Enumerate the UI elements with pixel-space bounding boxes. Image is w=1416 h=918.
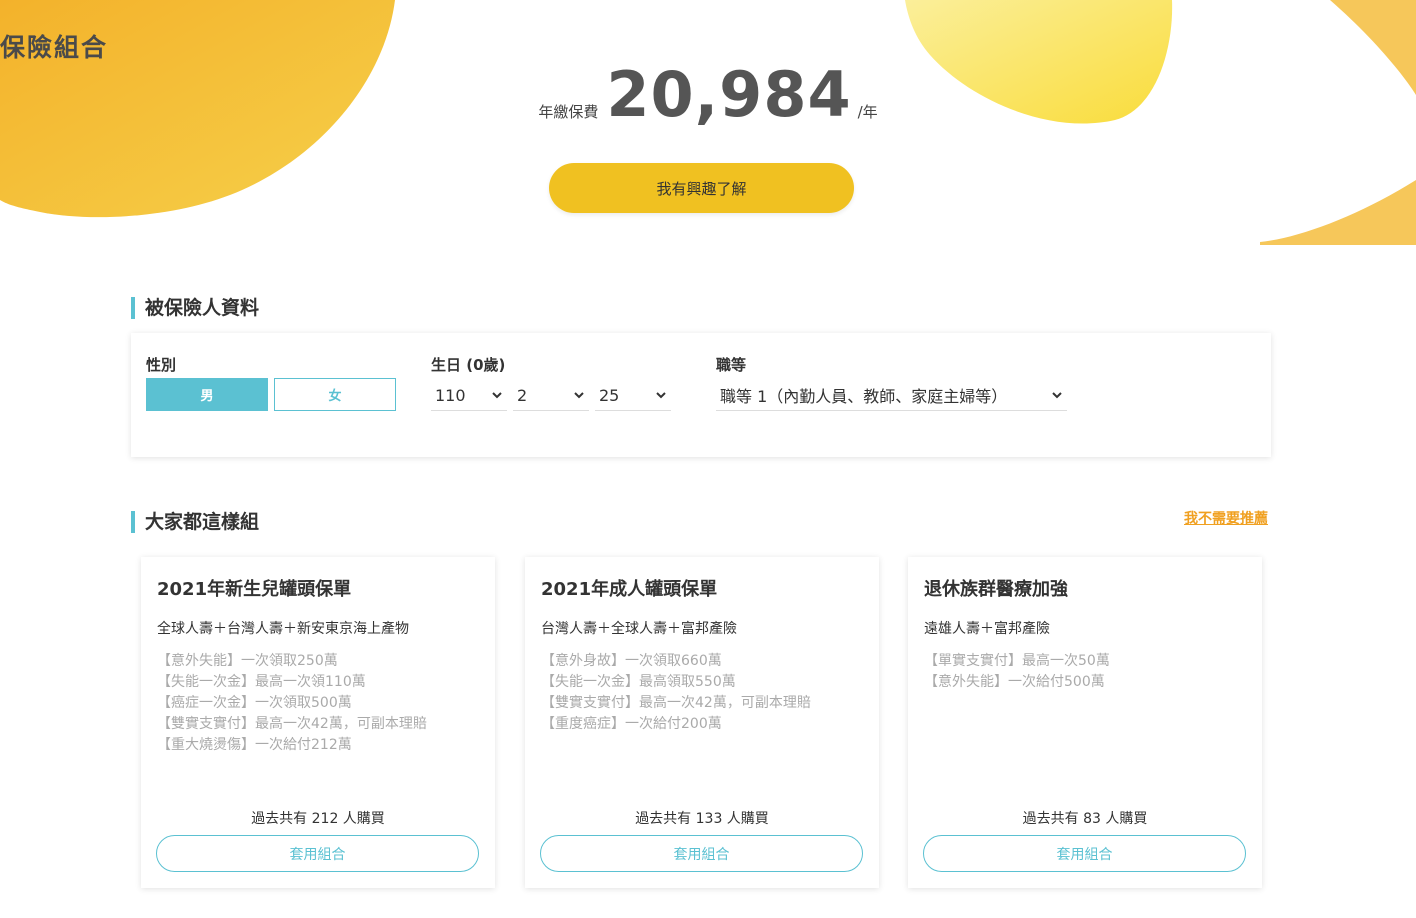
birthday-label: 生日 (0歲) — [431, 356, 506, 374]
premium-label: 年繳保費 — [538, 103, 599, 121]
occupation-label: 職等 — [716, 356, 747, 374]
no-recommendation-link[interactable]: 我不需要推薦 — [1184, 508, 1268, 528]
plan-card: 退休族群醫療加強 遠雄人壽＋富邦產險 【單實支實付】最高一次50萬 【意外失能】… — [908, 557, 1262, 888]
premium-value: 20,984 — [606, 58, 852, 131]
recommend-section-title: 大家都這樣組 — [131, 511, 259, 533]
insured-info-panel: 性別 男 女 生日 (0歲) 110 2 25 職等 職等 1（內勤人員、教師、… — [131, 333, 1271, 457]
plan-features: 【單實支實付】最高一次50萬 【意外失能】一次給付500萬 — [924, 651, 1110, 693]
chevron-down-icon — [1052, 392, 1062, 399]
plan-buyers-count: 過去共有 83 人購買 — [1022, 811, 1148, 827]
plan-feature: 【意外失能】一次給付500萬 — [924, 674, 1105, 690]
plan-feature: 【癌症一次金】一次領取500萬 — [157, 695, 352, 711]
apply-plan-button[interactable]: 套用組合 — [540, 835, 863, 872]
plan-card: 2021年新生兒罐頭保單 全球人壽＋台灣人壽＋新安東京海上產物 【意外失能】一次… — [141, 557, 495, 888]
plan-title: 2021年成人罐頭保單 — [541, 579, 718, 600]
plan-buyers-count: 過去共有 212 人購買 — [251, 811, 385, 827]
interested-button[interactable]: 我有興趣了解 — [549, 163, 854, 213]
apply-plan-button[interactable]: 套用組合 — [923, 835, 1246, 872]
plan-feature: 【意外身故】一次領取660萬 — [541, 653, 722, 669]
occupation-select[interactable]: 職等 1（內勤人員、教師、家庭主婦等） — [716, 380, 1067, 411]
plan-features: 【意外身故】一次領取660萬 【失能一次金】最高領取550萬 【雙實支實付】最高… — [541, 651, 811, 735]
annual-premium: 年繳保費 20,984 /年 — [0, 62, 1416, 128]
plan-companies: 遠雄人壽＋富邦產險 — [924, 621, 1050, 637]
chevron-down-icon — [492, 392, 502, 399]
plan-card: 2021年成人罐頭保單 台灣人壽＋全球人壽＋富邦產險 【意外身故】一次領取660… — [525, 557, 879, 888]
plan-feature: 【單實支實付】最高一次50萬 — [924, 653, 1110, 669]
birth-year-select[interactable]: 110 — [431, 380, 507, 411]
plan-title: 退休族群醫療加強 — [924, 579, 1068, 600]
plan-feature: 【意外失能】一次領取250萬 — [157, 653, 338, 669]
plan-companies: 台灣人壽＋全球人壽＋富邦產險 — [541, 621, 737, 637]
plan-title: 2021年新生兒罐頭保單 — [157, 579, 352, 600]
plan-feature: 【雙實支實付】最高一次42萬，可副本理賠 — [541, 695, 811, 711]
chevron-down-icon — [574, 392, 584, 399]
premium-unit: /年 — [857, 103, 878, 121]
birth-year-value: 110 — [435, 385, 466, 405]
plan-buyers-count: 過去共有 133 人購買 — [635, 811, 769, 827]
gender-female-button[interactable]: 女 — [274, 378, 396, 411]
gender-male-button[interactable]: 男 — [146, 378, 268, 411]
plan-feature: 【重大燒燙傷】一次給付212萬 — [157, 737, 352, 753]
birth-day-select[interactable]: 25 — [595, 380, 671, 411]
plan-feature: 【失能一次金】最高領取550萬 — [541, 674, 736, 690]
plan-companies: 全球人壽＋台灣人壽＋新安東京海上產物 — [157, 621, 409, 637]
chevron-down-icon — [656, 392, 666, 399]
plan-feature: 【失能一次金】最高一次領110萬 — [157, 674, 366, 690]
birth-month-select[interactable]: 2 — [513, 380, 589, 411]
plan-features: 【意外失能】一次領取250萬 【失能一次金】最高一次領110萬 【癌症一次金】一… — [157, 651, 427, 756]
plan-feature: 【雙實支實付】最高一次42萬，可副本理賠 — [157, 716, 427, 732]
occupation-value: 職等 1（內勤人員、教師、家庭主婦等） — [720, 387, 1008, 406]
birth-day-value: 25 — [599, 385, 620, 405]
apply-plan-button[interactable]: 套用組合 — [156, 835, 479, 872]
plan-feature: 【重度癌症】一次給付200萬 — [541, 716, 722, 732]
birth-month-value: 2 — [517, 385, 528, 405]
insured-section-title: 被保險人資料 — [131, 297, 259, 319]
gender-label: 性別 — [146, 356, 177, 374]
